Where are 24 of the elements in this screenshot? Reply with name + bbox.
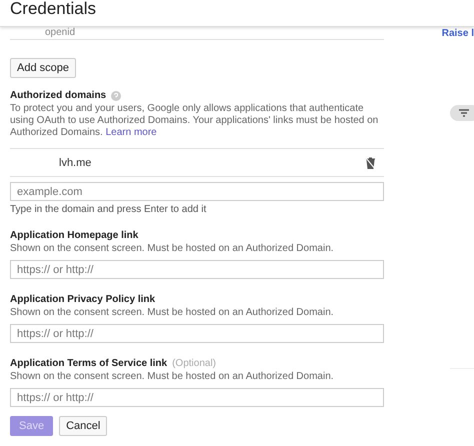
optional-label: (Optional)	[172, 358, 216, 369]
scope-name: openid	[45, 27, 76, 38]
url-input[interactable]: https:// or http://	[10, 324, 384, 343]
field-label: Application Terms of Service link	[10, 358, 168, 369]
section-label: Authorized domains	[10, 90, 106, 101]
domain-name: lvh.me	[59, 156, 92, 168]
domain-input[interactable]: example.com	[10, 182, 384, 201]
side-link[interactable]: Raise l	[442, 28, 474, 39]
add-scope-button[interactable]: Add scope	[10, 58, 76, 78]
learn-more-link[interactable]: Learn more	[106, 127, 157, 138]
cancel-button[interactable]: Cancel	[59, 416, 108, 436]
filter-icon	[459, 109, 469, 117]
url-input[interactable]: https:// or http://	[10, 260, 384, 279]
trash-icon[interactable]	[365, 156, 376, 168]
filter-button[interactable]	[450, 105, 474, 121]
page-title: Credentials	[10, 0, 96, 19]
field-label: Application Homepage link	[10, 230, 138, 241]
field-description: Shown on the consent screen. Must be hosted on an Authorized Domain.	[10, 371, 335, 383]
section-description: To protect you and your users, Google only allows applications that authenticate using OAuth to use Authorized Domains. Your applications' links must be hosted on Authorized Domains. Learn more	[10, 103, 380, 139]
field-description: Shown on the consent screen. Must be hosted on an Authorized Domain.	[10, 243, 335, 255]
field-label: Application Privacy Policy link	[10, 294, 156, 305]
field-description: Shown on the consent screen. Must be hosted on an Authorized Domain.	[10, 307, 335, 319]
hint-text: Type in the domain and press Enter to add it	[10, 204, 208, 215]
url-input[interactable]: https:// or http://	[10, 388, 384, 407]
